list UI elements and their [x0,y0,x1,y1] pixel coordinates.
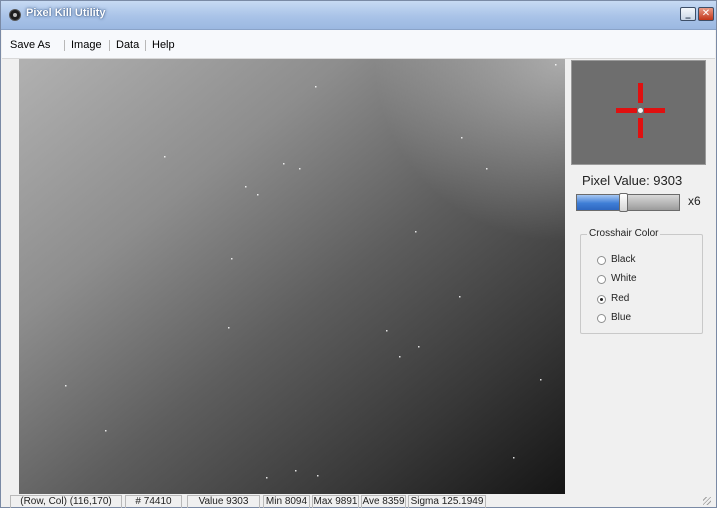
status-min: Min 8094 [263,495,310,508]
status-ave: Ave 8359 [361,495,406,508]
zoom-slider-thumb[interactable] [618,193,628,212]
status-max: Max 9891 [312,495,359,508]
menu-data[interactable]: Data [116,39,139,51]
radio-label-black: Black [611,254,636,265]
crosshair-icon [616,83,665,138]
minimize-button[interactable]: _ [680,7,696,21]
radio-label-white: White [611,273,637,284]
zoom-level-label: x6 [688,194,701,208]
status-sigma: Sigma 125.1949 [408,495,486,508]
status-rowcol: (Row, Col) (116,170) [10,495,122,508]
menu-image[interactable]: Image [71,39,102,51]
menu-help[interactable]: Help [152,39,175,51]
status-index: # 74410 [125,495,182,508]
close-button[interactable]: ✕ [698,7,714,21]
image-viewport[interactable] [19,59,565,494]
radio-button[interactable] [597,314,606,323]
crosshair-color-title: Crosshair Color [587,228,661,239]
hot-pixel-specks [65,64,557,479]
menu-divider [109,40,110,51]
menu-divider [64,40,65,51]
status-bar: (Row, Col) (116,170) # 74410 Value 9303 … [1,495,714,508]
menu-save-as[interactable]: Save As [10,39,50,51]
radio-button[interactable] [597,295,606,304]
magnifier-view [571,60,706,165]
radio-button[interactable] [597,275,606,284]
status-value: Value 9303 [187,495,260,508]
radio-label-red: Red [611,293,630,304]
radio-label-blue: Blue [611,312,632,323]
app-icon [9,9,21,21]
radio-button[interactable] [597,256,606,265]
resize-grip[interactable] [703,497,711,505]
window-title: Pixel Kill Utility [26,7,106,19]
pixel-value-label: Pixel Value: 9303 [582,173,683,188]
zoom-slider-fill [577,195,623,210]
menu-divider [145,40,146,51]
menu-bar: Save As Image Data Help [2,30,715,59]
zoom-slider[interactable] [576,193,680,212]
title-bar: Pixel Kill Utility _ ✕ [1,1,716,30]
